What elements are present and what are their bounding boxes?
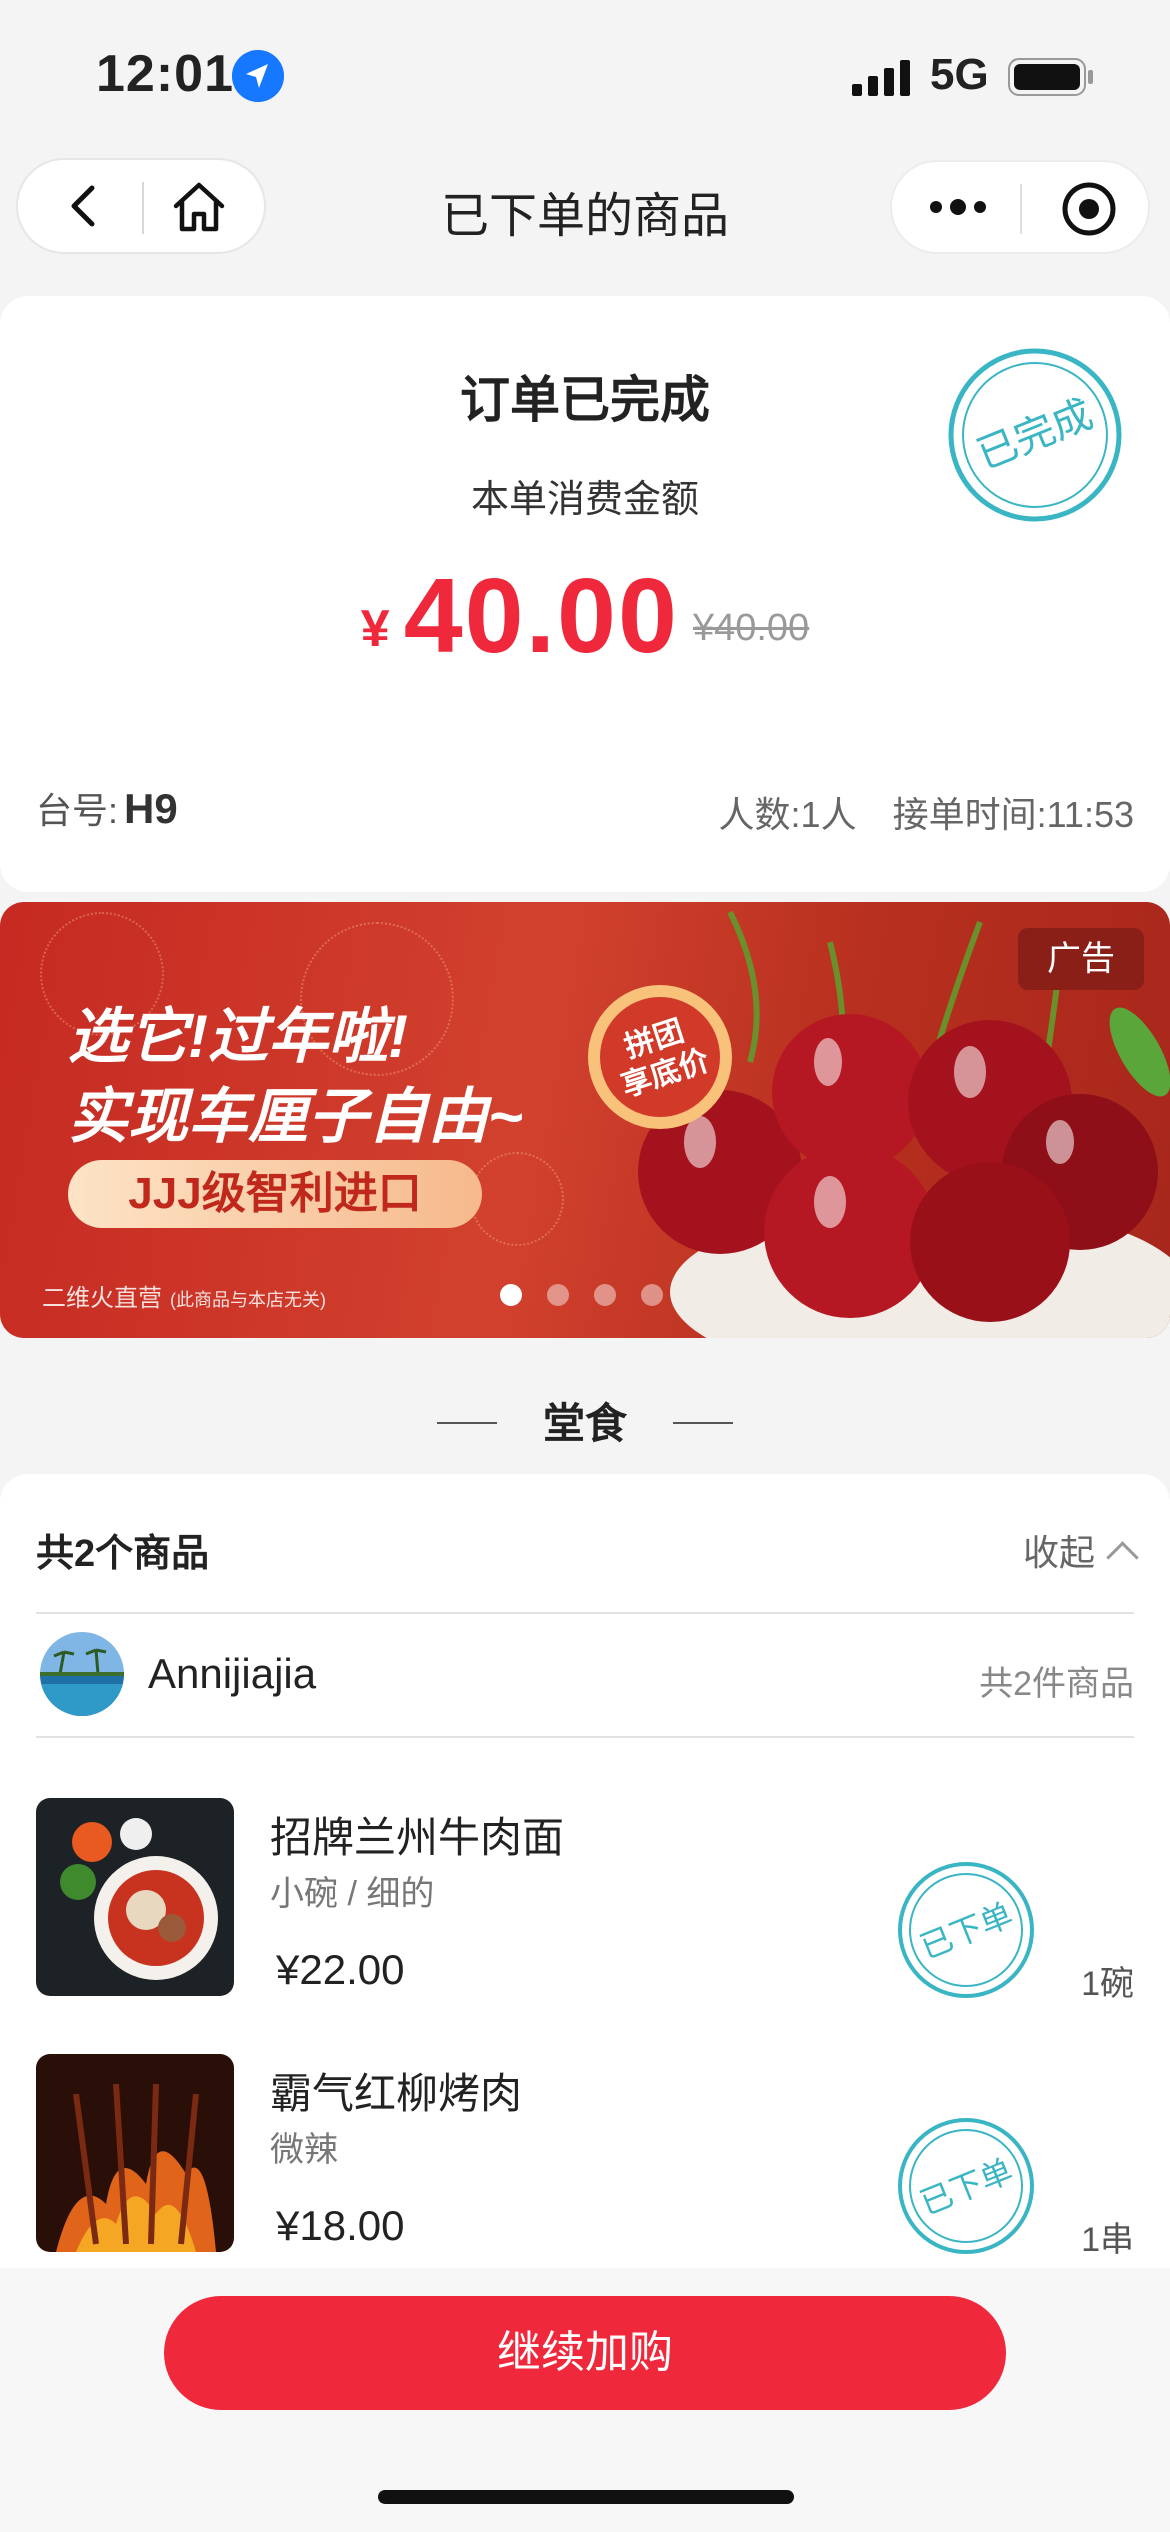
- order-amount: 40.00: [403, 557, 679, 675]
- battery-icon: [1008, 58, 1093, 96]
- continue-ordering-button[interactable]: 继续加购: [164, 2296, 1006, 2410]
- original-amount: ¥40.00: [692, 607, 810, 649]
- divider: [36, 1736, 1134, 1738]
- order-time: 接单时间:11:53: [892, 794, 1134, 835]
- network-type: 5G: [930, 50, 989, 99]
- item-price: ¥18.00: [276, 2202, 405, 2249]
- ad-tag: 广告: [1018, 928, 1144, 990]
- beef-noodle-image: [36, 1798, 234, 1996]
- chevron-up-icon: [1106, 1541, 1139, 1574]
- goods-count: 共2个商品: [36, 1533, 210, 1575]
- collapse-label: 收起: [1022, 1532, 1095, 1573]
- avatar: [40, 1632, 124, 1716]
- item-price: ¥22.00: [276, 1946, 405, 1993]
- cellular-signal-icon: [852, 60, 910, 96]
- item-spec: 小碗 / 细的: [270, 1875, 435, 1913]
- banner-source-note: (此商品与本店无关): [170, 1290, 326, 1310]
- banner-source-name: 二维火直营: [42, 1285, 162, 1312]
- table-number-label: 台号:: [36, 790, 119, 831]
- carousel-dot[interactable]: [594, 1284, 616, 1306]
- completed-stamp-icon: 已完成: [948, 348, 1122, 522]
- carousel-dot[interactable]: [547, 1284, 569, 1306]
- divider: [36, 1612, 1134, 1614]
- ordered-stamp-text: 已下单: [915, 2151, 1018, 2222]
- table-number: 台号: H9: [36, 782, 178, 834]
- status-time: 12:01: [96, 45, 234, 103]
- item-name: 霸气红柳烤肉: [270, 2070, 523, 2117]
- ad-banner[interactable]: 选它!过年啦! 实现车厘子自由~ JJJ级智利进口 拼团 享底价 广告 二维火直…: [0, 902, 1170, 1338]
- completed-stamp-text: 已完成: [971, 391, 1099, 479]
- item-spec: 微辣: [270, 2131, 338, 2169]
- status-bar: 12:01 5G: [0, 0, 1170, 150]
- capsule-separator: [1020, 184, 1022, 234]
- carousel-dot[interactable]: [500, 1284, 522, 1306]
- ordered-stamp-text: 已下单: [915, 1895, 1018, 1966]
- nav-capsule-right: [890, 160, 1150, 254]
- close-miniprogram-icon[interactable]: [1060, 180, 1118, 238]
- ordered-stamp-icon: 已下单: [898, 2118, 1034, 2254]
- carousel-dot[interactable]: [641, 1284, 663, 1306]
- people-count: 人数:1人: [718, 794, 857, 835]
- table-number-value: H9: [124, 785, 178, 832]
- banner-pill: JJJ级智利进口: [68, 1160, 482, 1228]
- amount-row: ¥40.00 ¥40.00: [0, 556, 1170, 677]
- section-title: 堂食: [542, 1400, 627, 1447]
- location-arrow-icon: [232, 50, 284, 102]
- user-name: Annijiajia: [148, 1650, 317, 1697]
- order-meta: 人数:1人 接单时间:11:53: [719, 786, 1134, 838]
- firework-decoration: [470, 1152, 564, 1246]
- banner-source: 二维火直营 (此商品与本店无关): [42, 1278, 326, 1313]
- bottom-action-bar: 继续加购: [0, 2268, 1170, 2532]
- user-item-count: 共2件商品: [979, 1665, 1134, 1703]
- kebab-image: [36, 2054, 234, 2252]
- item-quantity: 1串: [1081, 2221, 1134, 2259]
- section-header: 堂食: [0, 1390, 1170, 1451]
- banner-headline-1: 选它!过年啦!: [68, 1003, 408, 1070]
- order-summary-card: 订单已完成 本单消费金额 ¥40.00 ¥40.00 已完成 台号: H9 人数:1…: [0, 296, 1170, 892]
- currency-symbol: ¥: [360, 600, 390, 658]
- item-name: 招牌兰州牛肉面: [270, 1814, 565, 1861]
- list-item[interactable]: 霸气红柳烤肉 微辣 ¥18.00 已下单 1串: [0, 2054, 1170, 2259]
- carousel-dots[interactable]: [500, 1284, 688, 1308]
- section-line-right: [673, 1422, 733, 1424]
- home-indicator[interactable]: [378, 2490, 794, 2504]
- ordered-stamp-icon: 已下单: [898, 1862, 1034, 1998]
- list-item[interactable]: 招牌兰州牛肉面 小碗 / 细的 ¥22.00 已下单 1碗: [0, 1798, 1170, 2003]
- group-buy-badge: 拼团 享底价: [588, 985, 732, 1129]
- item-quantity: 1碗: [1081, 1965, 1134, 2003]
- banner-headline-2: 实现车厘子自由~: [68, 1083, 524, 1150]
- section-line-left: [436, 1422, 497, 1424]
- more-dots-icon[interactable]: [928, 192, 988, 222]
- collapse-toggle[interactable]: 收起: [1022, 1524, 1139, 1576]
